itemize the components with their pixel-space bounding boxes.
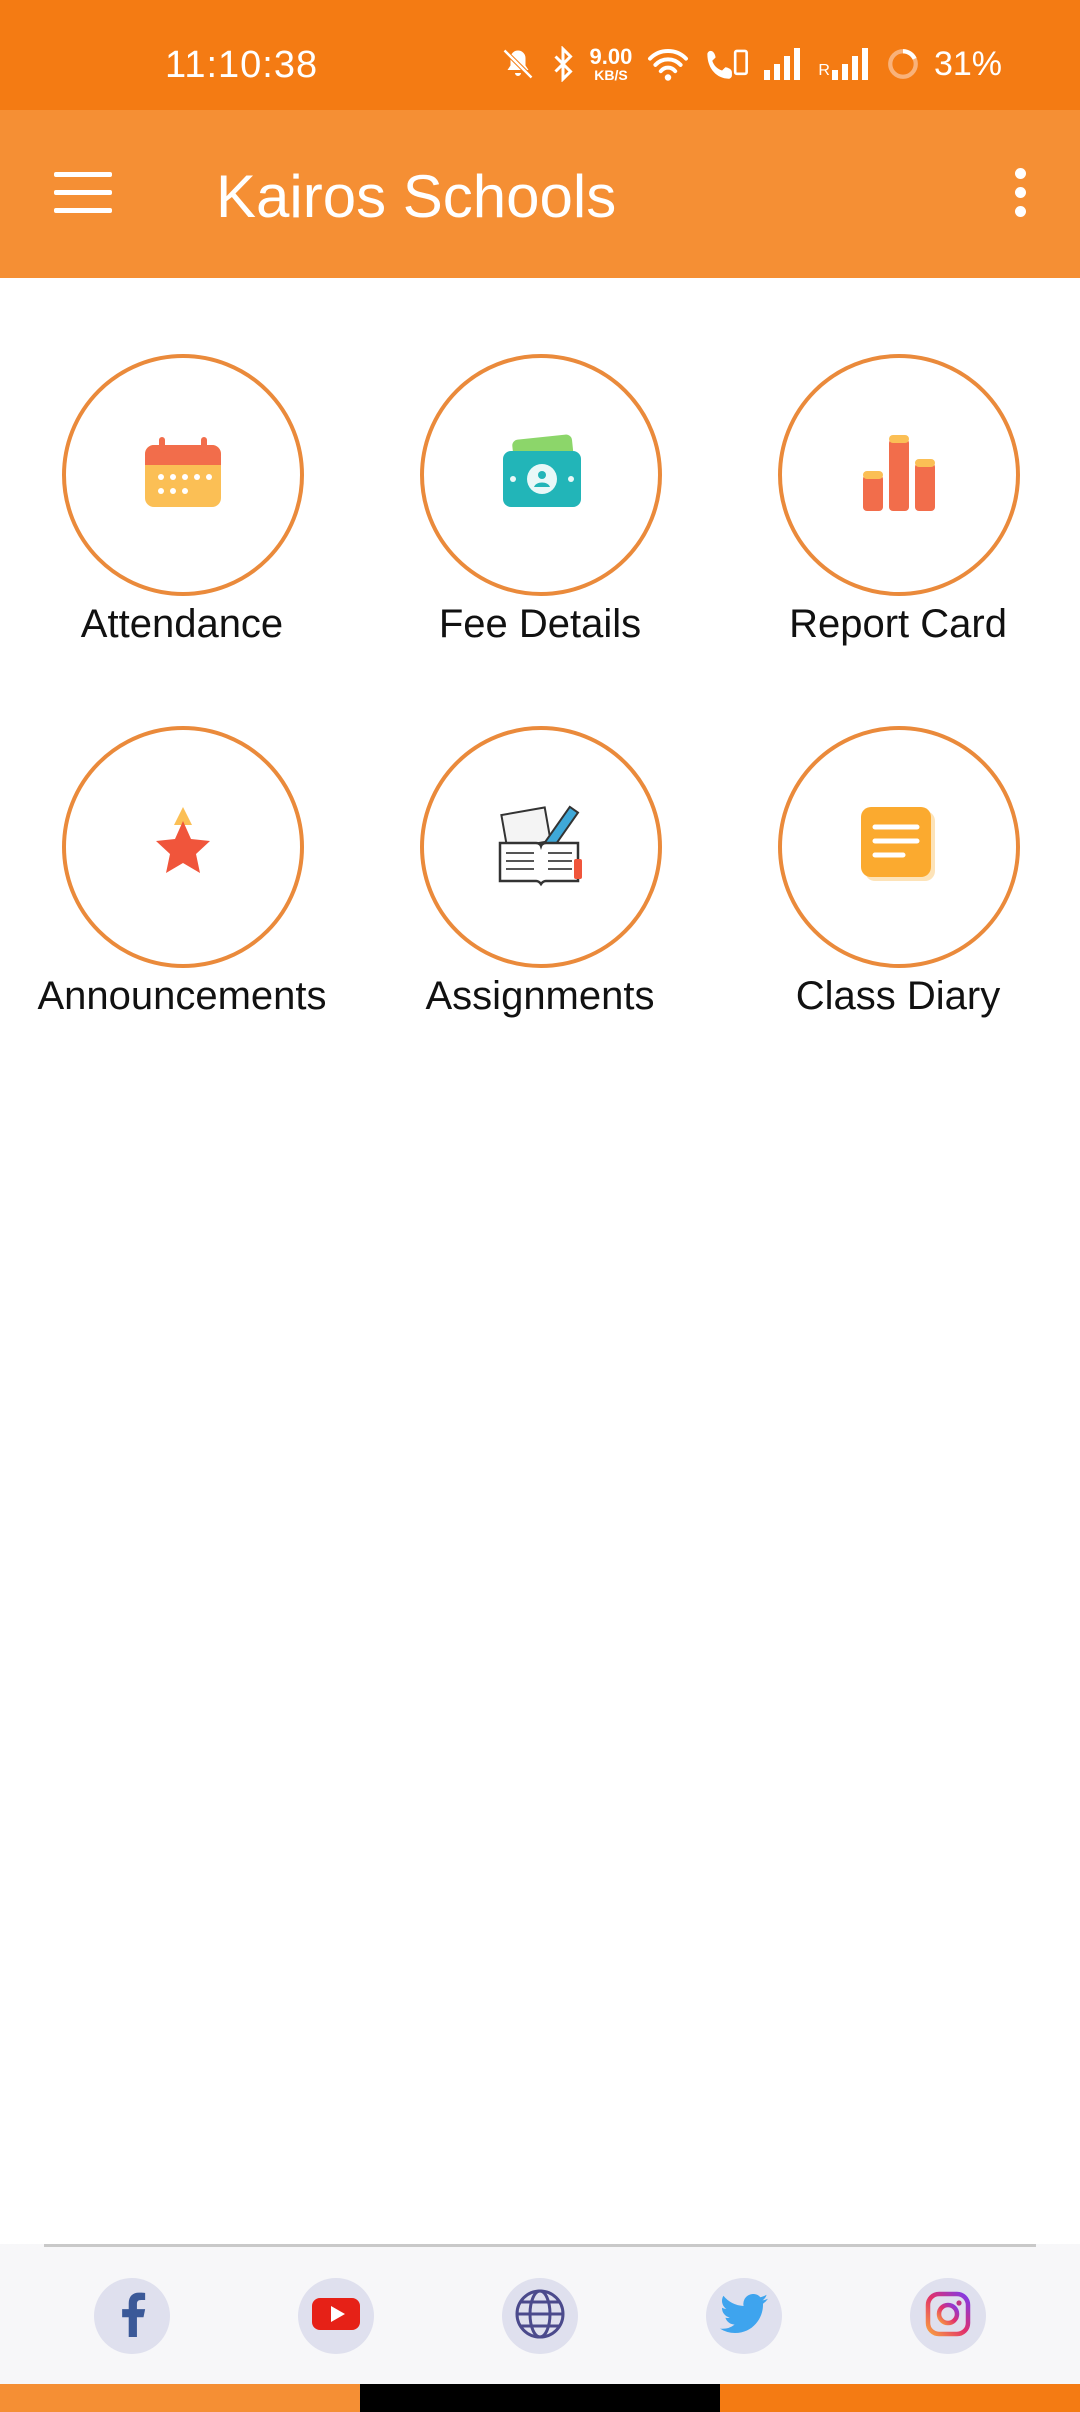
tile-label: Assignments bbox=[425, 974, 655, 1018]
facebook-icon bbox=[115, 2291, 149, 2342]
social-footer bbox=[0, 2244, 1080, 2384]
signal-roaming-icon: R bbox=[818, 48, 872, 80]
hamburger-menu-icon[interactable] bbox=[54, 172, 112, 216]
notes-icon bbox=[859, 805, 939, 890]
tile-assignments[interactable]: Assignments bbox=[358, 726, 722, 1026]
bluetooth-icon bbox=[550, 46, 576, 82]
signal-icon bbox=[764, 48, 804, 80]
tile-label: Announcements bbox=[37, 974, 327, 1018]
roaming-indicator: R bbox=[818, 62, 830, 79]
more-vert-icon[interactable] bbox=[1010, 168, 1030, 222]
status-time: 11:10:38 bbox=[165, 44, 319, 86]
twitter-button[interactable] bbox=[706, 2278, 782, 2354]
tile-ring bbox=[62, 354, 304, 596]
footer-divider bbox=[44, 2244, 1036, 2247]
instagram-button[interactable] bbox=[910, 2278, 986, 2354]
bar-chart-icon bbox=[857, 431, 941, 520]
website-button[interactable] bbox=[502, 2278, 578, 2354]
instagram-icon bbox=[925, 2291, 971, 2342]
tile-label: Fee Details bbox=[438, 602, 642, 646]
money-icon bbox=[499, 433, 583, 518]
facebook-button[interactable] bbox=[94, 2278, 170, 2354]
tile-fee-details[interactable]: Fee Details bbox=[358, 354, 722, 654]
wifi-icon bbox=[646, 46, 690, 82]
tile-announcements[interactable]: Announcements bbox=[0, 726, 364, 1026]
network-speed-value: 9.00 bbox=[589, 44, 633, 69]
globe-icon bbox=[513, 2287, 567, 2346]
tile-attendance[interactable]: Attendance bbox=[0, 354, 364, 654]
nav-strip-left bbox=[0, 2384, 360, 2412]
network-speed-unit: KB/S bbox=[594, 67, 628, 83]
tile-ring bbox=[420, 354, 662, 596]
tile-report-card[interactable]: Report Card bbox=[716, 354, 1080, 654]
nav-strip-right bbox=[720, 2384, 1080, 2412]
app-bar: Kairos Schools bbox=[0, 110, 1080, 278]
battery-percent: 31% bbox=[933, 44, 1002, 83]
volte-call-icon bbox=[704, 46, 750, 82]
battery-ring-icon bbox=[886, 47, 920, 81]
star-icon bbox=[141, 803, 225, 892]
tile-class-diary[interactable]: Class Diary bbox=[716, 726, 1080, 1026]
tile-ring bbox=[62, 726, 304, 968]
tile-label: Attendance bbox=[80, 602, 284, 646]
tile-label: Class Diary bbox=[795, 974, 1001, 1018]
page-title: Kairos Schools bbox=[216, 163, 617, 230]
twitter-icon bbox=[720, 2293, 768, 2339]
network-speed: 9.00 KB/S bbox=[589, 44, 633, 83]
mute-icon bbox=[500, 46, 536, 82]
youtube-icon bbox=[311, 2296, 361, 2337]
tile-ring bbox=[778, 726, 1020, 968]
book-pencil-icon bbox=[496, 803, 586, 892]
nav-strip-center bbox=[360, 2384, 720, 2412]
tile-ring bbox=[420, 726, 662, 968]
status-bar: 11:10:38 9.00 KB/S R 31% bbox=[0, 0, 1080, 110]
youtube-button[interactable] bbox=[298, 2278, 374, 2354]
status-icons: 9.00 KB/S R 31% bbox=[500, 40, 1002, 88]
system-nav-strip bbox=[0, 2384, 1080, 2412]
tile-ring bbox=[778, 354, 1020, 596]
tile-label: Report Card bbox=[789, 602, 1007, 646]
calendar-icon bbox=[141, 435, 225, 516]
